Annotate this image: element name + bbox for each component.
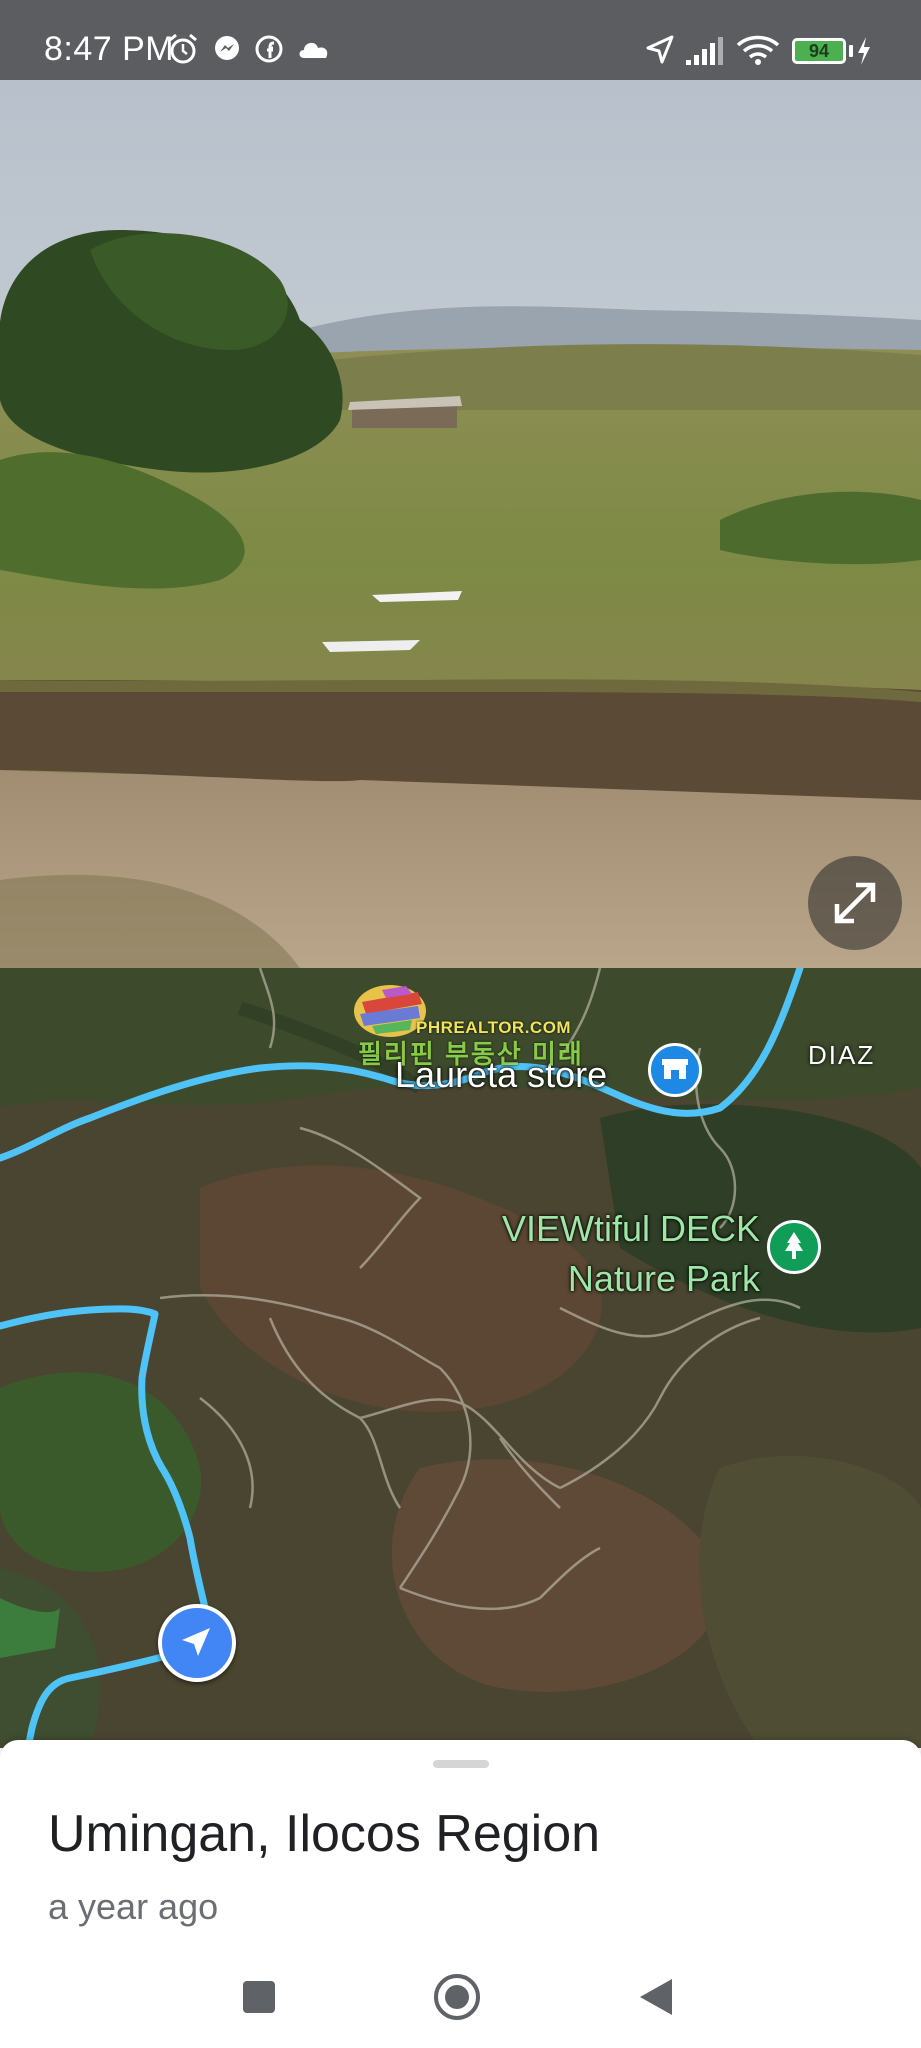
navigation-arrow-icon [182, 1628, 210, 1656]
location-arrow-icon [646, 35, 674, 64]
capture-time: a year ago [48, 1886, 219, 1927]
facebook-icon [255, 35, 283, 63]
battery-tip [849, 45, 853, 57]
system-nav-bar [0, 1940, 921, 2048]
expand-icon [834, 882, 876, 924]
expand-button[interactable] [808, 856, 902, 950]
street-view-scene [0, 80, 921, 968]
park-label-line1: VIEWtiful DECK [501, 1208, 760, 1249]
park-label-line2: Nature Park [567, 1258, 760, 1299]
park-pin[interactable] [767, 1220, 821, 1274]
messenger-icon [215, 36, 239, 60]
watermark-korean: 필리핀 부동산 미래 [358, 1039, 584, 1069]
home-circle-icon [434, 1974, 480, 2020]
store-pin[interactable] [648, 1043, 702, 1097]
battery-icon: 94 [792, 38, 846, 64]
tree-icon [785, 1232, 803, 1259]
battery-level: 94 [808, 41, 830, 61]
back-button[interactable] [628, 1970, 682, 2024]
current-location-marker[interactable] [158, 1604, 236, 1682]
map-label-park[interactable]: VIEWtiful DECK Nature Park [460, 1204, 760, 1304]
alarm-icon [169, 33, 197, 64]
store-icon [662, 1059, 688, 1079]
status-time: 8:47 PM [44, 30, 175, 68]
place-title: Umingan, Ilocos Region [48, 1805, 601, 1863]
sheet-drag-handle[interactable] [433, 1760, 489, 1768]
home-button[interactable] [430, 1970, 484, 2024]
street-view-photo[interactable] [0, 80, 921, 968]
screen: 8:47 PM 94 Laureta store DIAZ VIEWtiful … [0, 0, 921, 2048]
charging-icon [858, 37, 870, 65]
cloud-icon [299, 42, 328, 58]
map-label-area: DIAZ [808, 1040, 876, 1070]
wifi-icon [736, 35, 780, 65]
recents-square-icon [243, 1981, 275, 2013]
recents-button[interactable] [232, 1970, 286, 2024]
signal-icon [686, 37, 723, 65]
status-bar: 8:47 PM 94 [0, 0, 921, 80]
back-triangle-icon [640, 1979, 672, 2015]
